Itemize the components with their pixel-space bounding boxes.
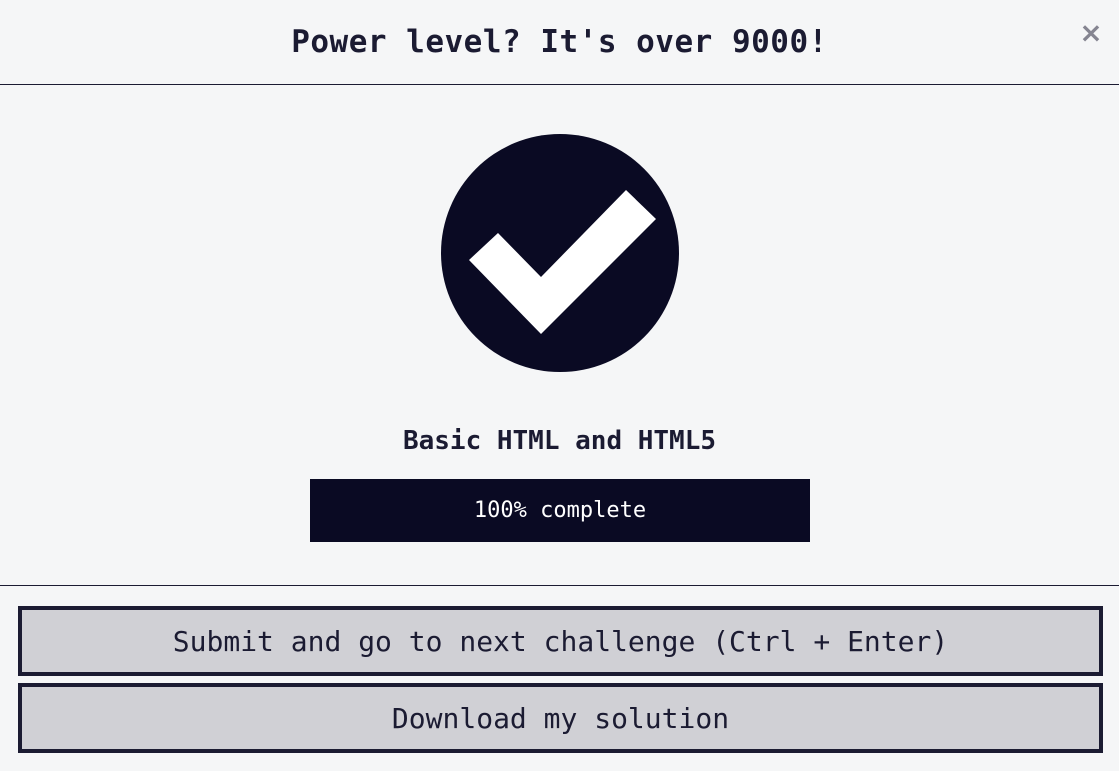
block-title: Basic HTML and HTML5 [402,426,717,456]
modal-header: Power level? It's over 9000! × [0,0,1119,85]
download-solution-button[interactable]: Download my solution [18,683,1103,753]
modal-body: Basic HTML and HTML5 100% complete [0,86,1119,586]
progress-text: 100% complete [473,498,647,523]
progress-bar: 100% complete [310,479,810,542]
checkmark-circle-icon [441,134,679,372]
submit-next-challenge-button[interactable]: Submit and go to next challenge (Ctrl + … [18,606,1103,676]
close-button[interactable]: × [1079,18,1103,48]
modal-title: Power level? It's over 9000! [291,24,828,60]
